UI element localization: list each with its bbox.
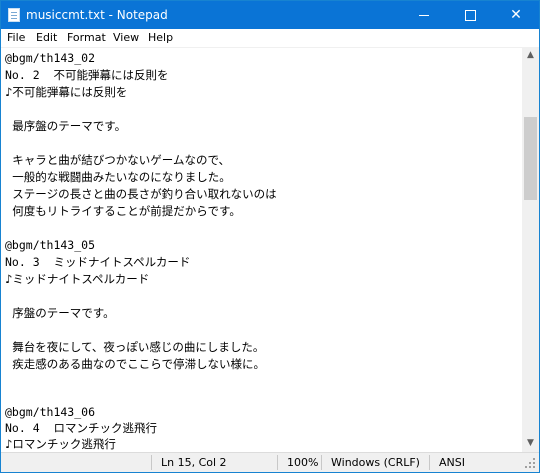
line-ending: Windows (CRLF) bbox=[331, 456, 420, 469]
menu-file[interactable]: File bbox=[7, 30, 25, 46]
editor-line: No. 4 ロマンチック逃飛行 bbox=[5, 421, 157, 435]
encoding: ANSI bbox=[439, 456, 465, 469]
status-divider bbox=[429, 455, 430, 470]
editor-line: 疾走感のある曲なのでここらで停滞しない様に。 bbox=[5, 357, 265, 371]
editor-line: 何度もリトライすることが前提だからです。 bbox=[5, 204, 241, 218]
editor-line: ♪ミッドナイトスペルカード bbox=[5, 272, 150, 286]
editor-line: No. 2 不可能弾幕には反則を bbox=[5, 68, 169, 82]
minimize-button[interactable] bbox=[401, 1, 447, 29]
editor-line: ステージの長さと曲の長さが釣り合い取れないのは bbox=[5, 187, 277, 201]
minimize-icon bbox=[419, 15, 429, 16]
status-divider bbox=[321, 455, 322, 470]
editor-line: 最序盤のテーマです。 bbox=[5, 119, 127, 133]
editor-line: @bgm/th143_02 bbox=[5, 51, 96, 65]
notepad-icon[interactable] bbox=[8, 8, 20, 22]
maximize-icon bbox=[464, 10, 476, 21]
vertical-scrollbar[interactable]: ▲ ▼ bbox=[522, 47, 539, 452]
scroll-down-arrow-icon[interactable]: ▼ bbox=[522, 435, 539, 452]
menu-edit[interactable]: Edit bbox=[36, 30, 57, 46]
editor-line: ♪不可能弾幕には反則を bbox=[5, 85, 128, 99]
menu-help[interactable]: Help bbox=[148, 30, 173, 46]
scrollbar-thumb[interactable] bbox=[524, 117, 537, 200]
editor-line: @bgm/th143_06 bbox=[5, 405, 96, 419]
title-bar[interactable]: musiccmt.txt - Notepad ✕ bbox=[1, 1, 539, 29]
editor-line: ♪ロマンチック逃飛行 bbox=[5, 437, 116, 451]
close-icon: ✕ bbox=[510, 7, 522, 23]
menu-format[interactable]: Format bbox=[67, 30, 106, 46]
editor-line: 舞台を夜にして、夜っぽい感じの曲にしました。 bbox=[5, 340, 265, 354]
close-button[interactable]: ✕ bbox=[493, 1, 539, 29]
status-bar: Ln 15, Col 2 100% Windows (CRLF) ANSI bbox=[1, 452, 539, 472]
status-divider bbox=[151, 455, 152, 470]
maximize-button[interactable] bbox=[447, 1, 493, 29]
editor-line: キャラと曲が結びつかないゲームなので、 bbox=[5, 153, 231, 167]
editor-line: @bgm/th143_05 bbox=[5, 238, 96, 252]
cursor-position: Ln 15, Col 2 bbox=[161, 456, 227, 469]
scroll-up-arrow-icon[interactable]: ▲ bbox=[522, 47, 539, 64]
status-divider bbox=[277, 455, 278, 470]
editor-line: No. 3 ミッドナイトスペルカード bbox=[5, 255, 191, 269]
zoom-level: 100% bbox=[287, 456, 319, 469]
resize-grip-icon[interactable] bbox=[525, 458, 535, 468]
editor-line: 序盤のテーマです。 bbox=[5, 306, 115, 320]
menu-bar: File Edit Format View Help bbox=[1, 29, 539, 47]
notepad-window: musiccmt.txt - Notepad ✕ File Edit Forma… bbox=[0, 0, 540, 473]
text-editor[interactable]: @bgm/th143_02 No. 2 不可能弾幕には反則を ♪不可能弾幕には反… bbox=[1, 47, 522, 453]
menu-view[interactable]: View bbox=[113, 30, 139, 46]
editor-line: 一般的な戦闘曲みたいなのになりました。 bbox=[5, 170, 231, 184]
window-title: musiccmt.txt - Notepad bbox=[26, 8, 168, 22]
